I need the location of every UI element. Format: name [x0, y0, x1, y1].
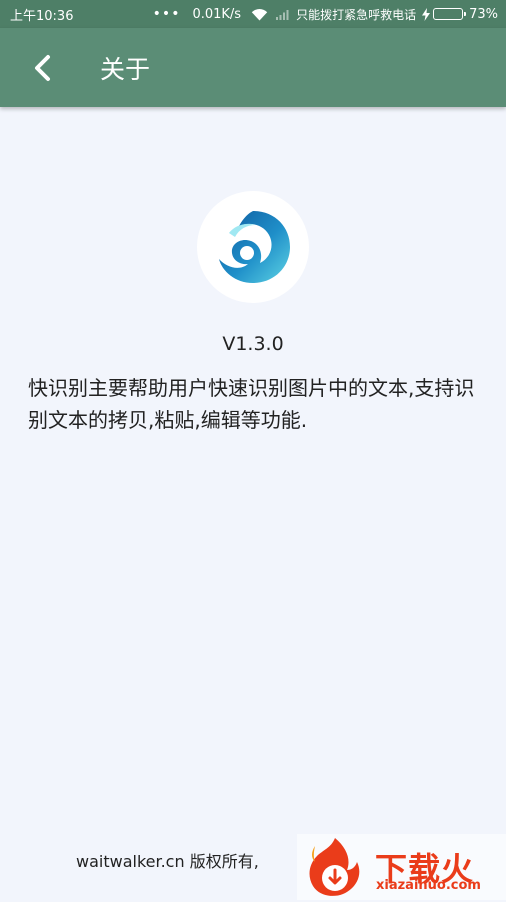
signal-icon — [276, 8, 290, 20]
network-speed: 0.01K/s — [192, 6, 242, 22]
copyright-text: waitwalker.cn 版权所有, — [76, 852, 259, 871]
watermark-logo: 下载火 xiazaihuo.com — [297, 834, 506, 900]
status-time: 上午10:36 — [10, 8, 74, 24]
status-bar: 上午10:36 ••• 0.01K/s 只能拨打紧急呼救电话 73% — [0, 0, 506, 28]
watermark-domain: xiazaihuo.com — [376, 878, 481, 893]
wave-logo-icon — [213, 207, 293, 287]
app-description: 快识别主要帮助用户快速识别图片中的文本,支持识别文本的拷贝,粘贴,编辑等功能. — [28, 376, 475, 432]
notification-dots: ••• — [152, 6, 181, 22]
battery-percent: 73% — [469, 6, 498, 22]
back-button[interactable] — [22, 48, 62, 88]
chevron-left-icon — [32, 54, 52, 82]
carrier-text: 只能拨打紧急呼救电话 — [296, 7, 417, 22]
wifi-icon — [251, 8, 268, 21]
page-title: 关于 — [100, 54, 151, 84]
app-bar: 关于 — [0, 28, 506, 107]
charging-bolt-icon — [422, 7, 431, 21]
version-label: V1.3.0 — [222, 333, 284, 355]
flame-logo-icon — [301, 836, 371, 902]
app-logo — [197, 191, 309, 303]
battery-icon — [433, 8, 467, 20]
